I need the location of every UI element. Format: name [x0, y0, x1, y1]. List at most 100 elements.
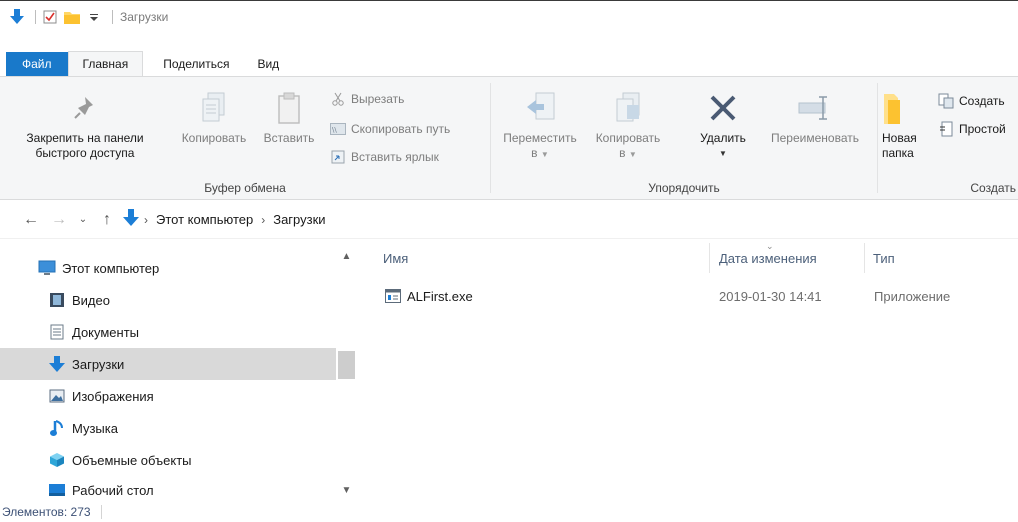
rename-icon	[759, 85, 871, 131]
delete-button[interactable]: Удалить ▼	[687, 85, 759, 161]
file-date-cell: 2019-01-30 14:41	[719, 288, 822, 304]
new-item-button[interactable]: Создать	[938, 91, 1005, 111]
customize-dropdown-icon[interactable]	[85, 7, 103, 27]
separator	[112, 9, 113, 24]
cut-button[interactable]: Вырезать	[330, 89, 404, 109]
nav-item-label: Объемные объекты	[72, 452, 192, 468]
organize-group-label: Упорядочить	[648, 181, 720, 195]
scroll-up-icon[interactable]: ▲	[336, 247, 357, 265]
paste-label: Вставить	[263, 131, 315, 145]
pin-icon	[4, 85, 166, 131]
file-list: Имя ⌄ Дата изменения Тип ALFirst.exe 201…	[357, 239, 1018, 501]
column-header-label: Имя	[383, 250, 409, 266]
nav-item-label: Этот компьютер	[62, 260, 160, 276]
nav-item-label: Загрузки	[72, 356, 125, 372]
address-bar[interactable]: › Этот компьютер › Загрузки	[122, 208, 330, 231]
easy-access-button[interactable]: Простой	[938, 119, 1006, 139]
pin-label-line1: Закрепить на панели	[26, 131, 144, 145]
copy-to-icon	[585, 85, 671, 131]
recent-locations-chevron-icon[interactable]: ⌄	[72, 209, 94, 231]
scrollbar-thumb[interactable]	[338, 351, 355, 379]
forward-arrow-icon[interactable]: →	[48, 209, 70, 231]
documents-icon	[48, 323, 66, 341]
paste-shortcut-icon	[330, 149, 346, 165]
scroll-down-icon[interactable]: ▼	[336, 481, 357, 499]
move-to-button[interactable]: Переместить в ▼	[497, 85, 583, 162]
copy-button[interactable]: Копировать	[170, 85, 258, 146]
new-folder-button[interactable]: Новая папка	[882, 85, 930, 161]
paste-shortcut-label: Вставить ярлык	[351, 150, 439, 164]
organize-group: Переместить в ▼ Копировать в ▼ Удалить ▼…	[491, 77, 877, 199]
copy-to-label-line1: Копировать	[595, 131, 661, 145]
new-folder-icon[interactable]	[63, 7, 81, 27]
rename-button[interactable]: Переименовать	[759, 85, 871, 146]
easy-access-icon	[938, 121, 954, 137]
paste-shortcut-button[interactable]: Вставить ярлык	[330, 147, 439, 167]
clipboard-group-label: Буфер обмена	[204, 181, 286, 195]
copy-path-label: Скопировать путь	[351, 122, 451, 136]
column-header-date[interactable]: Дата изменения	[713, 239, 863, 277]
nav-item-documents[interactable]: Документы	[0, 316, 336, 348]
download-arrow-icon	[8, 7, 26, 27]
copy-icon	[170, 85, 258, 131]
breadcrumb-chevron-icon: ›	[261, 212, 266, 227]
nav-item-this-pc[interactable]: Этот компьютер	[0, 252, 336, 284]
copy-path-icon: \\	[330, 121, 346, 137]
table-row[interactable]: ALFirst.exe 2019-01-30 14:41 Приложение	[357, 283, 1018, 309]
tab-file[interactable]: Файл	[6, 52, 68, 76]
tab-home[interactable]: Главная	[67, 51, 144, 76]
nav-item-music[interactable]: Музыка	[0, 412, 336, 444]
items-count: Элементов: 273	[2, 504, 91, 519]
column-separator[interactable]	[864, 243, 865, 273]
new-folder-label-line2: папка	[882, 146, 914, 160]
nav-item-label: Рабочий стол	[72, 482, 154, 498]
column-separator[interactable]	[709, 243, 710, 273]
navigation-scrollbar[interactable]: ▲ ▼	[336, 239, 357, 501]
music-icon	[48, 419, 66, 437]
pin-to-quick-access-button[interactable]: Закрепить на панели быстрого доступа	[4, 85, 166, 161]
nav-item-downloads[interactable]: Загрузки	[0, 348, 336, 380]
nav-item-pictures[interactable]: Изображения	[0, 380, 336, 412]
move-to-label-line2: в	[531, 146, 538, 160]
delete-label: Удалить	[700, 131, 746, 145]
breadcrumb-downloads[interactable]: Загрузки	[273, 212, 325, 227]
nav-item-videos[interactable]: Видео	[0, 284, 336, 316]
ribbon: Закрепить на панели быстрого доступа Коп…	[0, 76, 1018, 200]
file-name-cell: ALFirst.exe	[385, 283, 705, 309]
nav-item-label: Документы	[72, 324, 140, 340]
column-header-type[interactable]: Тип	[867, 239, 1017, 277]
application-icon	[385, 289, 401, 303]
create-group: Новая папка Создать Простой Создать	[878, 77, 1018, 199]
back-arrow-icon[interactable]: ←	[20, 209, 42, 231]
paste-icon	[256, 85, 322, 131]
delete-x-icon	[687, 85, 759, 131]
tab-view[interactable]: Вид	[243, 52, 293, 76]
desktop-icon	[48, 481, 66, 499]
properties-icon[interactable]	[41, 7, 59, 27]
computer-icon	[38, 259, 56, 277]
video-icon	[48, 291, 66, 309]
tab-share[interactable]: Поделиться	[143, 52, 243, 76]
paste-button[interactable]: Вставить	[256, 85, 322, 146]
3d-objects-icon	[48, 451, 66, 469]
column-header-name[interactable]: Имя	[377, 239, 707, 277]
folder-icon	[882, 85, 930, 131]
move-to-label-line1: Переместить	[503, 131, 577, 145]
window-title: Загрузки	[120, 9, 169, 24]
copy-to-button[interactable]: Копировать в ▼	[585, 85, 671, 162]
copy-to-label-line2: в	[619, 146, 626, 160]
status-bar: Элементов: 273	[0, 501, 1018, 522]
copy-label: Копировать	[181, 131, 247, 145]
pictures-icon	[48, 387, 66, 405]
clipboard-group: Закрепить на панели быстрого доступа Коп…	[0, 77, 490, 199]
copy-path-button[interactable]: \\ Скопировать путь	[330, 119, 450, 139]
breadcrumb-this-pc[interactable]: Этот компьютер	[156, 212, 253, 227]
nav-item-3d-objects[interactable]: Объемные объекты	[0, 444, 336, 476]
title-bar: Загрузки	[0, 0, 1018, 32]
up-arrow-icon[interactable]: ↑	[96, 209, 118, 231]
file-type-cell: Приложение	[874, 288, 951, 304]
file-name: ALFirst.exe	[407, 288, 473, 304]
cut-label: Вырезать	[351, 92, 405, 106]
new-item-icon	[938, 93, 954, 109]
chevron-down-icon: ▼	[540, 150, 549, 159]
